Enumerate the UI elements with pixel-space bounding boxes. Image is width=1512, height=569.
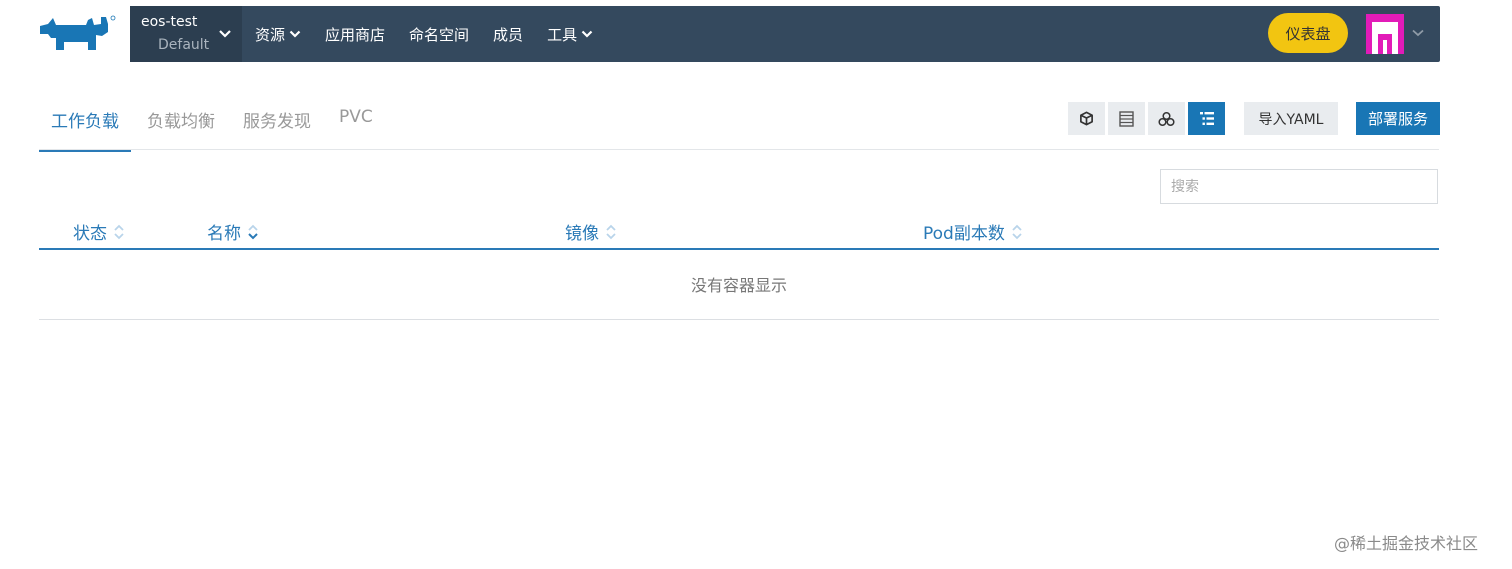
project-switcher[interactable]: eos-test Default bbox=[130, 6, 242, 62]
sort-icon bbox=[114, 224, 124, 239]
cluster-icon bbox=[1158, 111, 1175, 126]
nav-app-store[interactable]: 应用商店 bbox=[313, 6, 397, 62]
tab-pvc[interactable]: PVC bbox=[327, 100, 385, 150]
cluster-name: Default bbox=[158, 37, 210, 53]
nav-members[interactable]: 成员 bbox=[481, 6, 535, 62]
empty-state-message: 没有容器显示 bbox=[690, 276, 787, 295]
chevron-down-icon bbox=[581, 30, 593, 38]
sort-icon bbox=[1012, 224, 1022, 239]
cube-icon bbox=[1080, 111, 1093, 126]
nav-members-label: 成员 bbox=[493, 25, 524, 44]
column-header-status[interactable]: 状态 bbox=[73, 219, 125, 244]
nav-namespaces[interactable]: 命名空间 bbox=[397, 6, 481, 62]
column-label: Pod副本数 bbox=[923, 224, 1005, 244]
column-header-image[interactable]: 镜像 bbox=[565, 219, 617, 244]
nav-resources[interactable]: 资源 bbox=[243, 6, 313, 62]
view-cube-button[interactable] bbox=[1068, 102, 1105, 135]
search-input[interactable] bbox=[1160, 169, 1438, 204]
rancher-cow-logo-icon bbox=[40, 15, 116, 50]
watermark: @稀土掘金技术社区 bbox=[1334, 534, 1479, 553]
view-tree-button[interactable] bbox=[1188, 102, 1225, 135]
table-bottom-divider bbox=[39, 319, 1439, 320]
nav-app-store-label: 应用商店 bbox=[325, 25, 386, 44]
user-menu[interactable] bbox=[1366, 14, 1428, 54]
top-nav-bar: eos-test Default 资源 应用商店 命名空间 成员 工具 仪表盘 bbox=[130, 6, 1440, 62]
tab-load-balancing[interactable]: 负载均衡 bbox=[135, 100, 227, 150]
resource-tabs: 工作负载 负载均衡 服务发现 PVC bbox=[39, 100, 389, 152]
nav-tools-label: 工具 bbox=[547, 25, 578, 44]
nav-namespaces-label: 命名空间 bbox=[409, 25, 470, 44]
column-header-name[interactable]: 名称 bbox=[207, 219, 259, 244]
column-header-pod-replicas[interactable]: Pod副本数 bbox=[923, 219, 1023, 244]
sort-icon bbox=[606, 224, 616, 239]
tree-list-icon bbox=[1199, 112, 1214, 125]
view-list-button[interactable] bbox=[1108, 102, 1145, 135]
chevron-down-icon bbox=[1412, 29, 1424, 37]
chevron-down-icon bbox=[219, 30, 231, 38]
tab-workloads[interactable]: 工作负载 bbox=[39, 100, 131, 152]
avatar bbox=[1366, 14, 1404, 54]
table-header-divider bbox=[39, 248, 1439, 250]
nav-resources-label: 资源 bbox=[255, 25, 286, 44]
dashboard-button[interactable]: 仪表盘 bbox=[1268, 13, 1348, 53]
column-label: 状态 bbox=[73, 224, 107, 244]
column-label: 镜像 bbox=[565, 224, 599, 244]
deploy-service-button[interactable]: 部署服务 bbox=[1356, 102, 1440, 135]
main-nav: 资源 应用商店 命名空间 成员 工具 bbox=[243, 6, 605, 62]
import-yaml-button[interactable]: 导入YAML bbox=[1244, 102, 1338, 135]
tabs-divider bbox=[39, 149, 1439, 150]
chevron-down-icon bbox=[289, 30, 301, 38]
tab-service-discovery[interactable]: 服务发现 bbox=[231, 100, 323, 150]
list-rows-icon bbox=[1119, 110, 1134, 127]
rancher-logo[interactable] bbox=[38, 14, 118, 54]
view-cluster-button[interactable] bbox=[1148, 102, 1185, 135]
column-label: 名称 bbox=[207, 224, 241, 244]
nav-tools[interactable]: 工具 bbox=[535, 6, 605, 62]
project-name: eos-test bbox=[141, 14, 198, 30]
sort-desc-icon bbox=[248, 224, 258, 239]
